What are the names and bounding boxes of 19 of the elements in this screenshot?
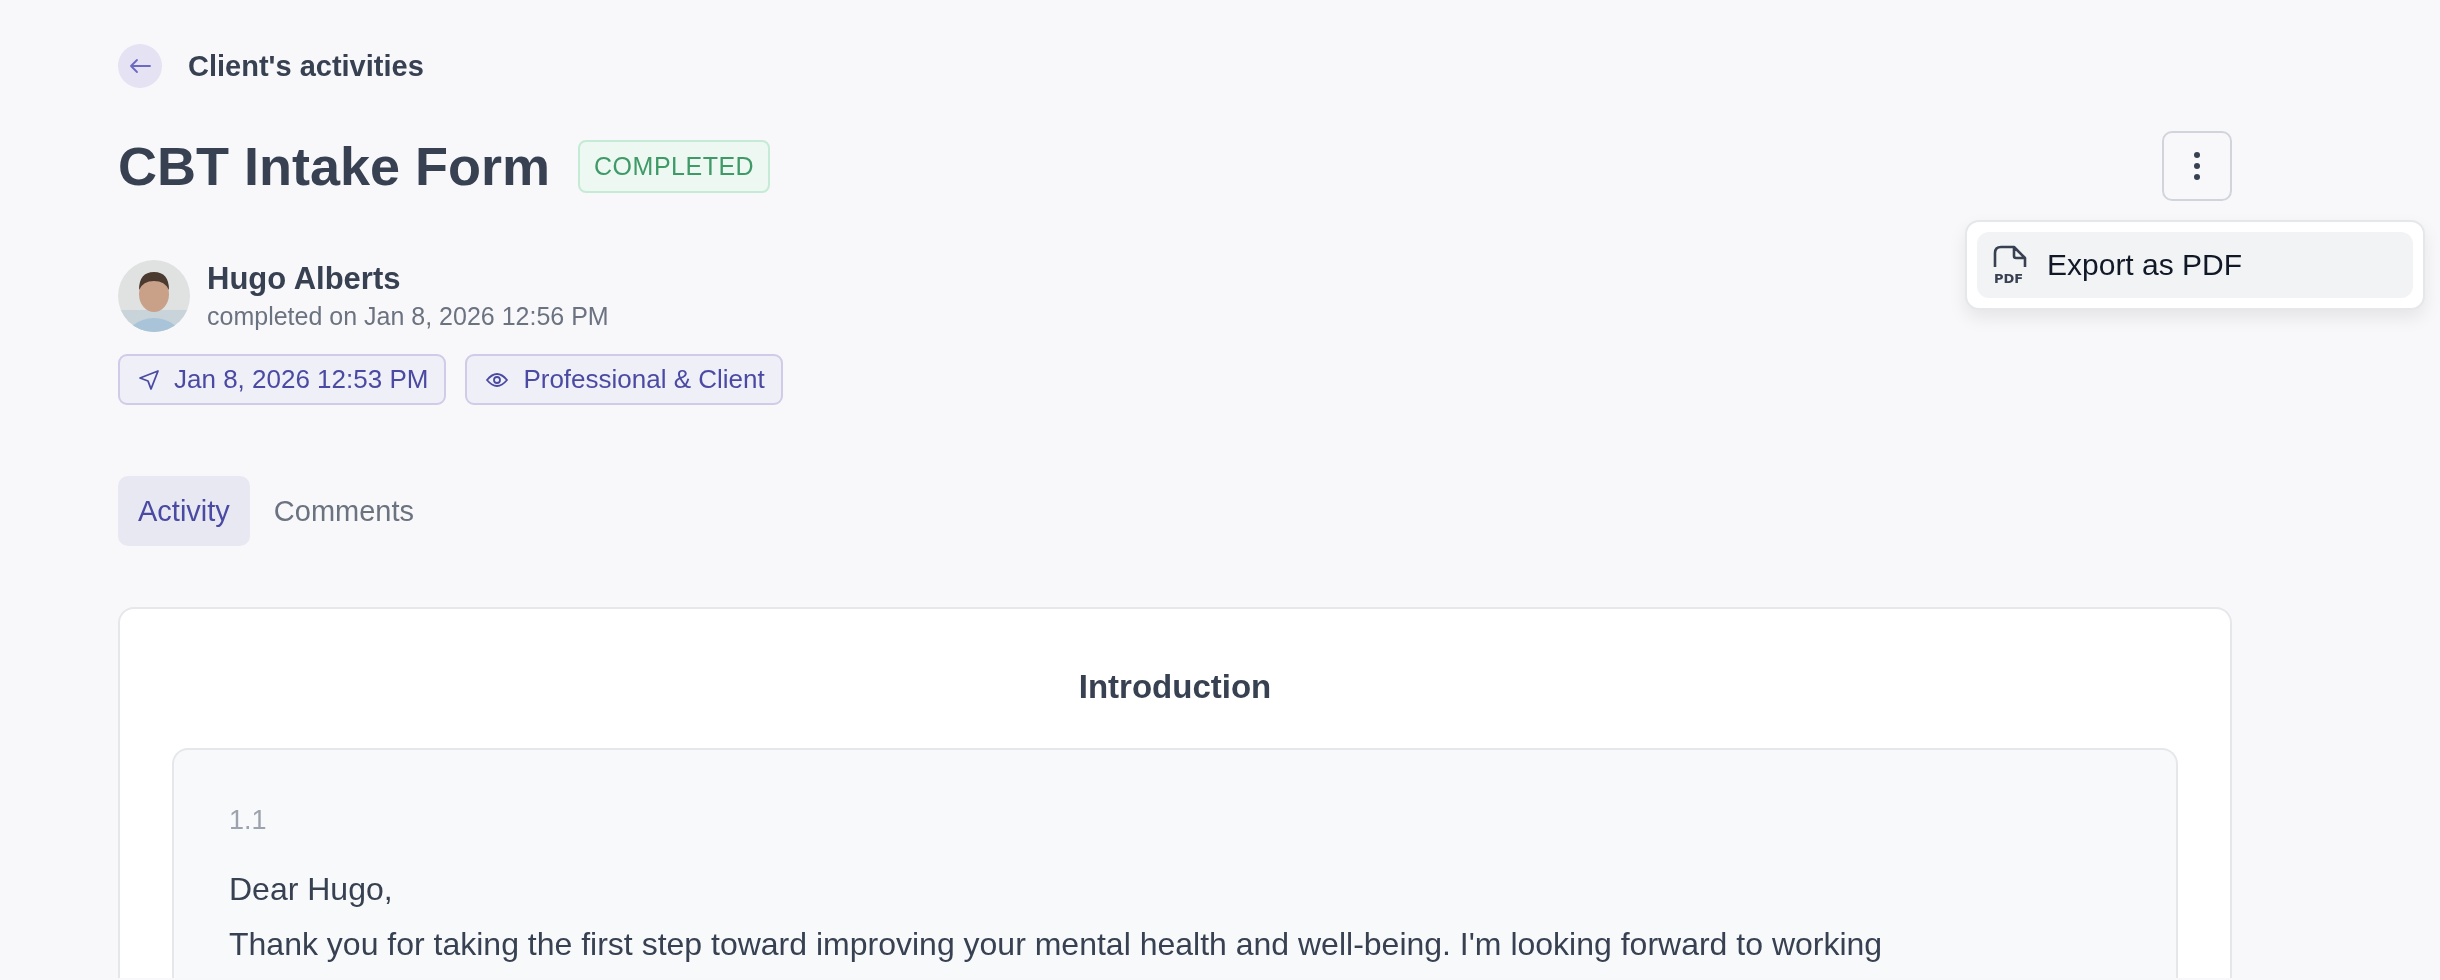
paragraph: Dear Hugo, — [229, 870, 394, 909]
meta-chip: Professional & Client — [465, 354, 783, 405]
completed-date: completed on Jan 8, 2026 12:56 PM — [207, 301, 609, 332]
tab[interactable]: Activity — [118, 476, 250, 546]
author-name: Hugo Alberts — [207, 260, 402, 298]
meta-chip: Jan 8, 2026 12:53 PM — [118, 354, 447, 405]
back-arrow-icon — [129, 58, 151, 74]
tab[interactable]: Comments — [253, 476, 435, 546]
status-badge: COMPLETED — [578, 139, 771, 193]
back-button[interactable] — [118, 44, 162, 88]
more-icon — [2193, 151, 2201, 181]
section-title: Introduction — [1077, 667, 1273, 707]
page-title: CBT Intake Form — [118, 135, 551, 197]
back-link[interactable]: Client's activities — [188, 49, 424, 83]
menu-item[interactable]: PDF Export as PDF — [1977, 232, 2413, 298]
question-number: 1.1 — [229, 804, 268, 837]
eye-icon — [485, 370, 510, 389]
paragraph: Thank you for taking the first step toward improving your mental health and well-being. I'm looking forward to working — [229, 925, 1884, 963]
send-icon — [138, 368, 160, 391]
